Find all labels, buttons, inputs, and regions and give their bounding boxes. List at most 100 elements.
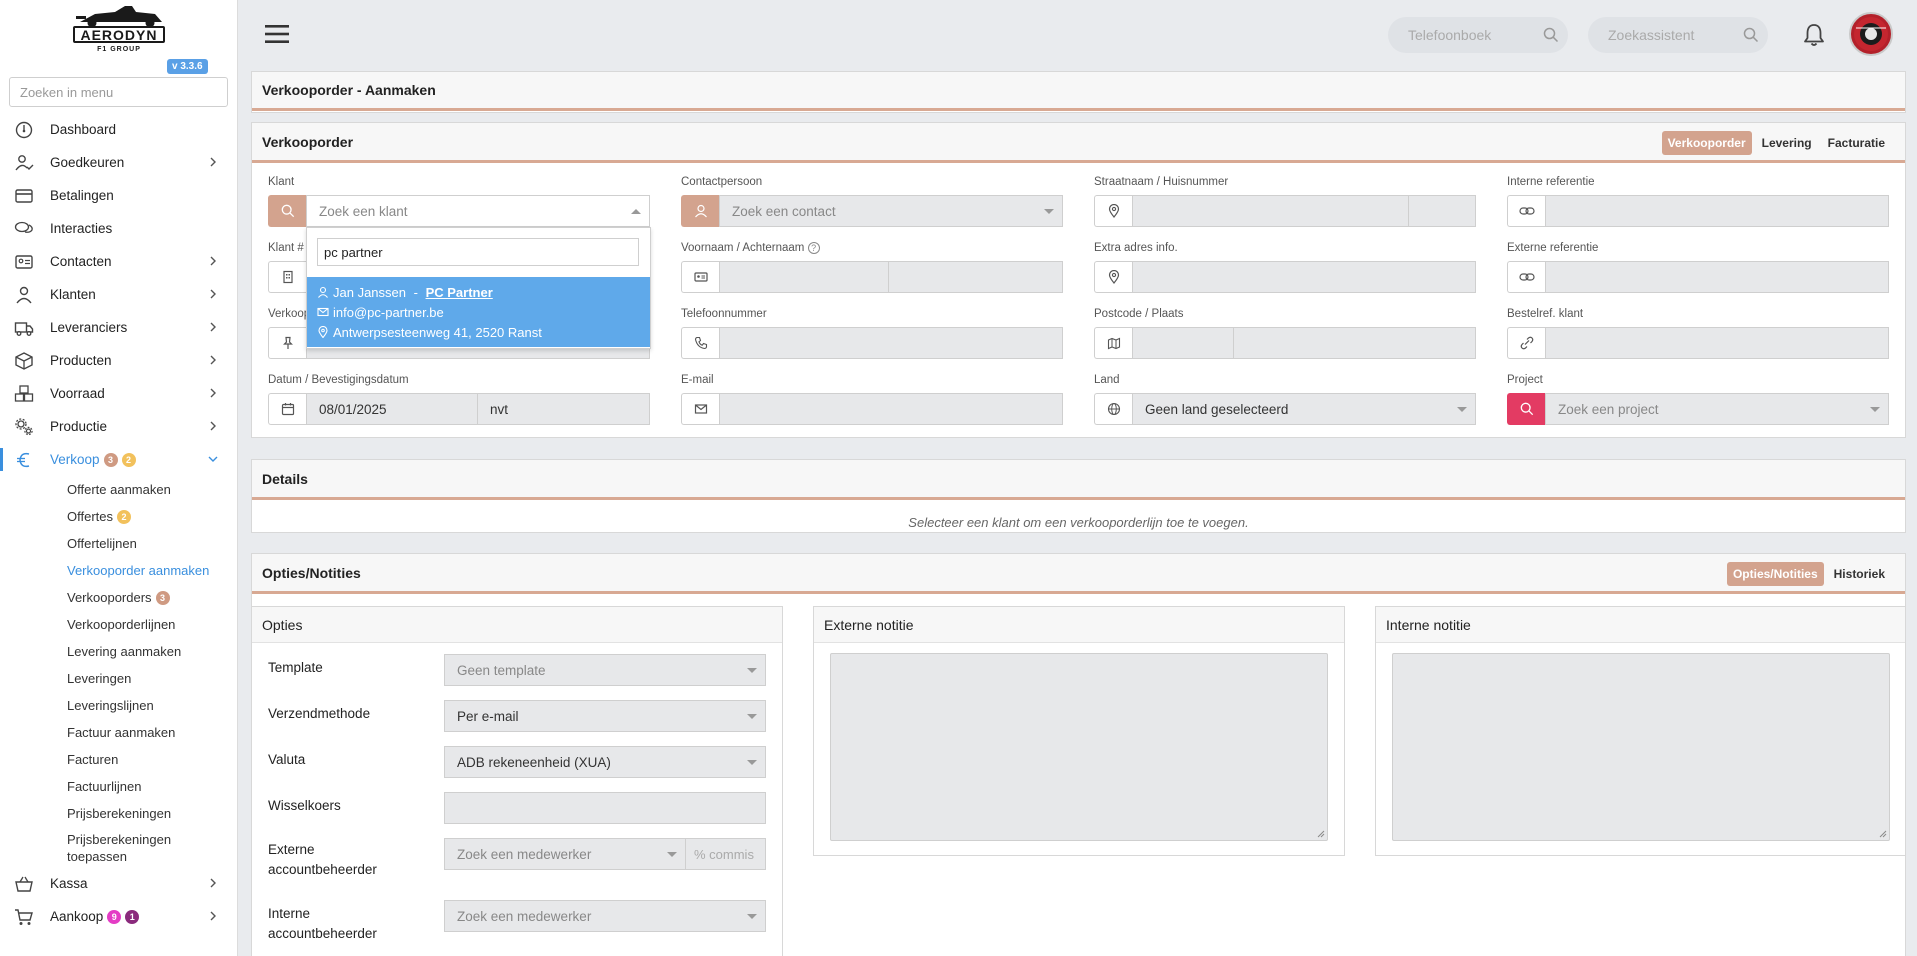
sidebar-item-interacties[interactable]: Interacties [0,212,237,245]
achternaam-input[interactable] [889,261,1063,293]
menu-search-input[interactable] [9,77,228,107]
email-field: E-mail [681,374,1063,425]
help-icon[interactable]: ? [807,242,820,254]
sidebar-subitem-levering-aanmaken[interactable]: Levering aanmaken [0,638,237,665]
contact-select[interactable]: Zoek een contact [719,195,1063,227]
project-select[interactable]: Zoek een project [1545,393,1889,425]
interne-notitie-title: Interne notitie [1376,607,1905,643]
user-avatar[interactable] [1849,12,1893,56]
externe-notitie-textarea[interactable] [830,653,1328,841]
assistant-search-input[interactable] [1588,17,1768,53]
klant-select[interactable]: Zoek een klant [306,195,650,227]
sidebar-item-dashboard[interactable]: Dashboard [0,113,237,146]
sidebar-item-verkoop[interactable]: Verkoop 3 2 [0,443,237,476]
verzend-select[interactable]: Per e-mail [444,700,766,732]
email-input[interactable] [719,393,1063,425]
voornaam-input[interactable] [719,261,889,293]
huisnummer-input[interactable] [1409,195,1476,227]
link-icon [1507,261,1545,293]
sidebar-subitem-offertes[interactable]: Offertes 2 [0,503,237,530]
sidebar-item-kassa[interactable]: Kassa [0,867,237,900]
sidebar-item-label: Goedkeuren [50,155,125,170]
tab-verkooporder[interactable]: Verkooporder [1661,131,1752,155]
plaats-input[interactable] [1234,327,1476,359]
klant-search-button[interactable] [268,195,306,227]
order-title-text: Verkooporder [262,133,354,150]
postcode-input[interactable] [1132,327,1234,359]
tab-historiek[interactable]: Historiek [1828,562,1891,586]
sidebar-subitem-facturen[interactable]: Facturen [0,746,237,773]
caret-down-icon [1457,407,1467,412]
credit-card-icon [15,189,33,203]
sidebar-subitem-offertelijnen[interactable]: Offertelijnen [0,530,237,557]
opties-title: Opties [252,607,782,643]
sidebar-item-leveranciers[interactable]: Leveranciers [0,311,237,344]
sidebar-subitem-factuur-aanmaken[interactable]: Factuur aanmaken [0,719,237,746]
wissel-input[interactable] [444,792,766,824]
klant-placeholder: Zoek een klant [319,203,408,219]
sidebar-item-producten[interactable]: Producten [0,344,237,377]
sidebar-item-label: Kassa [50,876,88,891]
sidebar-subitem-leveringen[interactable]: Leveringen [0,665,237,692]
sidebar-subitem-verkooporders[interactable]: Verkooporders 3 [0,584,237,611]
verzend-label: Verzendmethode [268,706,371,721]
tab-levering[interactable]: Levering [1756,131,1818,155]
sidebar-item-label: Aankoop [50,909,104,924]
search-icon[interactable] [1743,27,1759,43]
commission-input[interactable]: % commis [685,838,766,870]
phonebook-search-input[interactable] [1388,17,1568,53]
datum-input[interactable]: 08/01/2025 [306,393,478,425]
sidebar-subitem-prijsberekeningen[interactable]: Prijsberekeningen [0,800,237,827]
sidebar-subitem-label: Verkooporders [67,590,152,605]
details-card: Details Selecteer een klant om een verko… [251,459,1906,533]
sidebar-item-voorraad[interactable]: Voorraad [0,377,237,410]
resize-handle-icon[interactable] [1317,830,1325,838]
extref-input[interactable] [1545,261,1889,293]
straat-input[interactable] [1132,195,1409,227]
telefoon-input[interactable] [719,327,1063,359]
sidebar-item-goedkeuren[interactable]: Goedkeuren [0,146,237,179]
sidebar-subitem-leveringslijnen[interactable]: Leveringslijnen [0,692,237,719]
klant-dropdown-search-input[interactable] [317,238,639,266]
map-pin-icon [318,326,328,338]
sidebar-subitem-offerte-aanmaken[interactable]: Offerte aanmaken [0,476,237,503]
chevron-right-icon [210,355,216,365]
extra-input[interactable] [1132,261,1476,293]
notification-bell-icon[interactable] [1803,23,1825,47]
sidebar-subitem-factuurlijnen[interactable]: Factuurlijnen [0,773,237,800]
contact-user-button[interactable] [681,195,719,227]
sidebar-item-contacten[interactable]: Contacten [0,245,237,278]
hamburger-menu-icon[interactable] [264,22,290,46]
box-icon [15,352,33,370]
ext-acc-select[interactable]: Zoek een medewerker [444,838,686,870]
bevestiging-input[interactable]: nvt [478,393,650,425]
sidebar-item-betalingen[interactable]: Betalingen [0,179,237,212]
bestelref-input[interactable] [1545,327,1889,359]
land-select[interactable]: Geen land geselecteerd [1132,393,1476,425]
sidebar-item-aankoop[interactable]: Aankoop 9 1 [0,900,237,933]
template-select[interactable]: Geen template [444,654,766,686]
klant-result-option[interactable]: Jan Janssen - PC Partner info@pc-partner… [307,277,650,347]
resize-handle-icon[interactable] [1879,830,1887,838]
sidebar-item-productie[interactable]: Productie [0,410,237,443]
sidebar-item-klanten[interactable]: Klanten [0,278,237,311]
sidebar-subitem-verkooporderlijnen[interactable]: Verkooporderlijnen [0,611,237,638]
tab-facturatie[interactable]: Facturatie [1822,131,1891,155]
search-icon[interactable] [1543,27,1559,43]
project-field: Project Zoek een project [1507,374,1889,425]
project-search-button[interactable] [1507,393,1545,425]
interne-notitie-textarea[interactable] [1392,653,1890,841]
intref-input[interactable] [1545,195,1889,227]
valuta-select[interactable]: ADB rekeneenheid (XUA) [444,746,766,778]
int-acc-select[interactable]: Zoek een medewerker [444,900,766,932]
sidebar-subitem-prijsberekeningen-toepassen[interactable]: Prijsberekeningen toepassen [0,827,237,867]
sidebar-subitem-label: Offerte aanmaken [67,482,171,497]
tab-opties-notities[interactable]: Opties/Notities [1726,562,1824,586]
count-badge: 9 [107,909,122,924]
envelope-icon [681,393,719,425]
contact-card-icon [15,255,33,269]
datum-field: Datum / Bevestigingsdatum 08/01/2025 nvt [268,374,650,425]
sidebar-subitem-label: Levering aanmaken [67,644,182,659]
sidebar-subitem-verkooporder-aanmaken[interactable]: Verkooporder aanmaken [0,557,237,584]
bestelref-label: Bestelref. klant [1507,308,1584,320]
